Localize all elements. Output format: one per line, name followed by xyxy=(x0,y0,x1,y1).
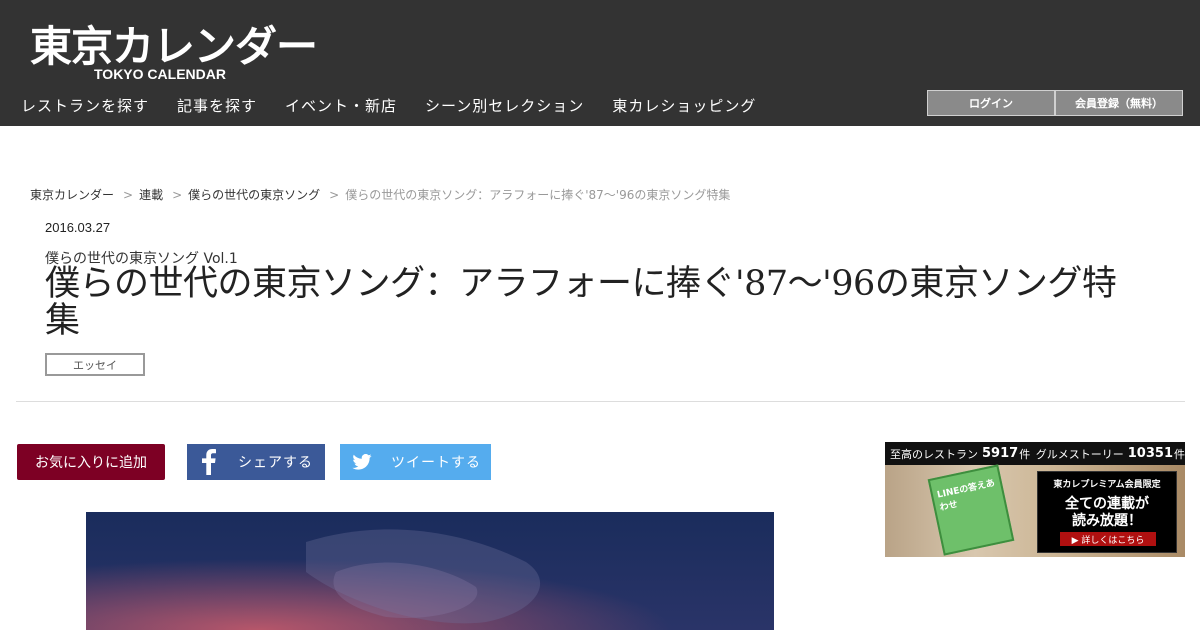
ad-stories-unit: 件 xyxy=(1174,447,1185,461)
nav-events[interactable]: イベント・新店 xyxy=(285,95,397,116)
breadcrumb-series[interactable]: 僕らの世代の東京ソング xyxy=(188,186,320,203)
ad-book-image: LINEの答えあわせ xyxy=(927,464,1015,556)
site-header: 東京カレンダー TOKYO CALENDAR レストランを探す 記事を探す イベ… xyxy=(0,0,1200,126)
global-nav: レストランを探す 記事を探す イベント・新店 シーン別セレクション 東カレショッ… xyxy=(21,95,784,116)
share-label: シェアする xyxy=(238,455,313,471)
login-button[interactable]: ログイン xyxy=(927,90,1055,116)
ad-restaurants-unit: 件 xyxy=(1019,447,1031,461)
logo-japanese: 東京カレンダー xyxy=(30,22,318,71)
add-favorite-button[interactable]: お気に入りに追加 xyxy=(17,444,165,480)
breadcrumb-separator: > xyxy=(123,187,134,202)
ad-book-text: LINEの答えあわせ xyxy=(936,478,996,514)
breadcrumb-current: 僕らの世代の東京ソング：アラフォーに捧ぐ'87～'96の東京ソング特集 xyxy=(345,188,731,202)
ad-stats-bar: 至高のレストラン 5917 件 グルメストーリー 10351 件 xyxy=(885,442,1185,465)
twitter-tweet-button[interactable]: ツイートする xyxy=(340,444,491,480)
ad-promo-line2: 読み放題！ xyxy=(1072,513,1142,529)
nav-article-search[interactable]: 記事を探す xyxy=(177,95,257,116)
breadcrumb-series-list[interactable]: 連載 xyxy=(139,186,163,203)
ad-stories-count: 10351 xyxy=(1127,446,1173,461)
nav-shopping[interactable]: 東カレショッピング xyxy=(612,95,756,116)
breadcrumb: 東京カレンダー > 連載 > 僕らの世代の東京ソング > 僕らの世代の東京ソング… xyxy=(30,186,730,203)
category-tag[interactable]: エッセイ xyxy=(45,353,145,376)
logo-english: TOKYO CALENDAR xyxy=(94,66,226,82)
hero-image xyxy=(86,512,774,630)
divider xyxy=(16,401,1185,402)
ad-promo-line1: 全ての連載が xyxy=(1065,496,1149,512)
facebook-share-button[interactable]: シェアする xyxy=(187,444,325,480)
nav-scene-selection[interactable]: シーン別セレクション xyxy=(425,95,584,116)
article-date: 2016.03.27 xyxy=(45,220,111,235)
premium-banner-ad[interactable]: 至高のレストラン 5917 件 グルメストーリー 10351 件 LINEの答え… xyxy=(885,442,1185,557)
facebook-icon xyxy=(187,444,231,480)
tweet-label: ツイートする xyxy=(391,455,481,471)
site-logo[interactable]: 東京カレンダー TOKYO CALENDAR xyxy=(30,22,318,83)
breadcrumb-separator: > xyxy=(329,187,340,202)
article-title: 僕らの世代の東京ソング：アラフォーに捧ぐ'87～'96の東京ソング特集 xyxy=(45,264,1117,341)
ad-promo-box: 東カレプレミアム会員限定 全ての連載が 読み放題！ ▶ 詳しくはこちら xyxy=(1037,471,1177,553)
ad-restaurants-label: 至高のレストラン xyxy=(890,447,978,461)
breadcrumb-home[interactable]: 東京カレンダー xyxy=(30,186,114,203)
nav-restaurant-search[interactable]: レストランを探す xyxy=(21,95,149,116)
breadcrumb-separator: > xyxy=(172,187,183,202)
ad-image: LINEの答えあわせ 東カレプレミアム会員限定 全ての連載が 読み放題！ ▶ 詳… xyxy=(885,464,1185,557)
register-button[interactable]: 会員登録（無料） xyxy=(1055,90,1183,116)
ad-promo-heading: 東カレプレミアム会員限定 xyxy=(1053,480,1161,490)
ad-stories-label: グルメストーリー xyxy=(1035,447,1124,461)
auth-buttons: ログイン 会員登録（無料） xyxy=(927,90,1183,116)
ad-cta-button[interactable]: ▶ 詳しくはこちら xyxy=(1060,532,1156,546)
twitter-bird-icon xyxy=(340,444,384,480)
ad-restaurants-count: 5917 xyxy=(982,446,1019,461)
